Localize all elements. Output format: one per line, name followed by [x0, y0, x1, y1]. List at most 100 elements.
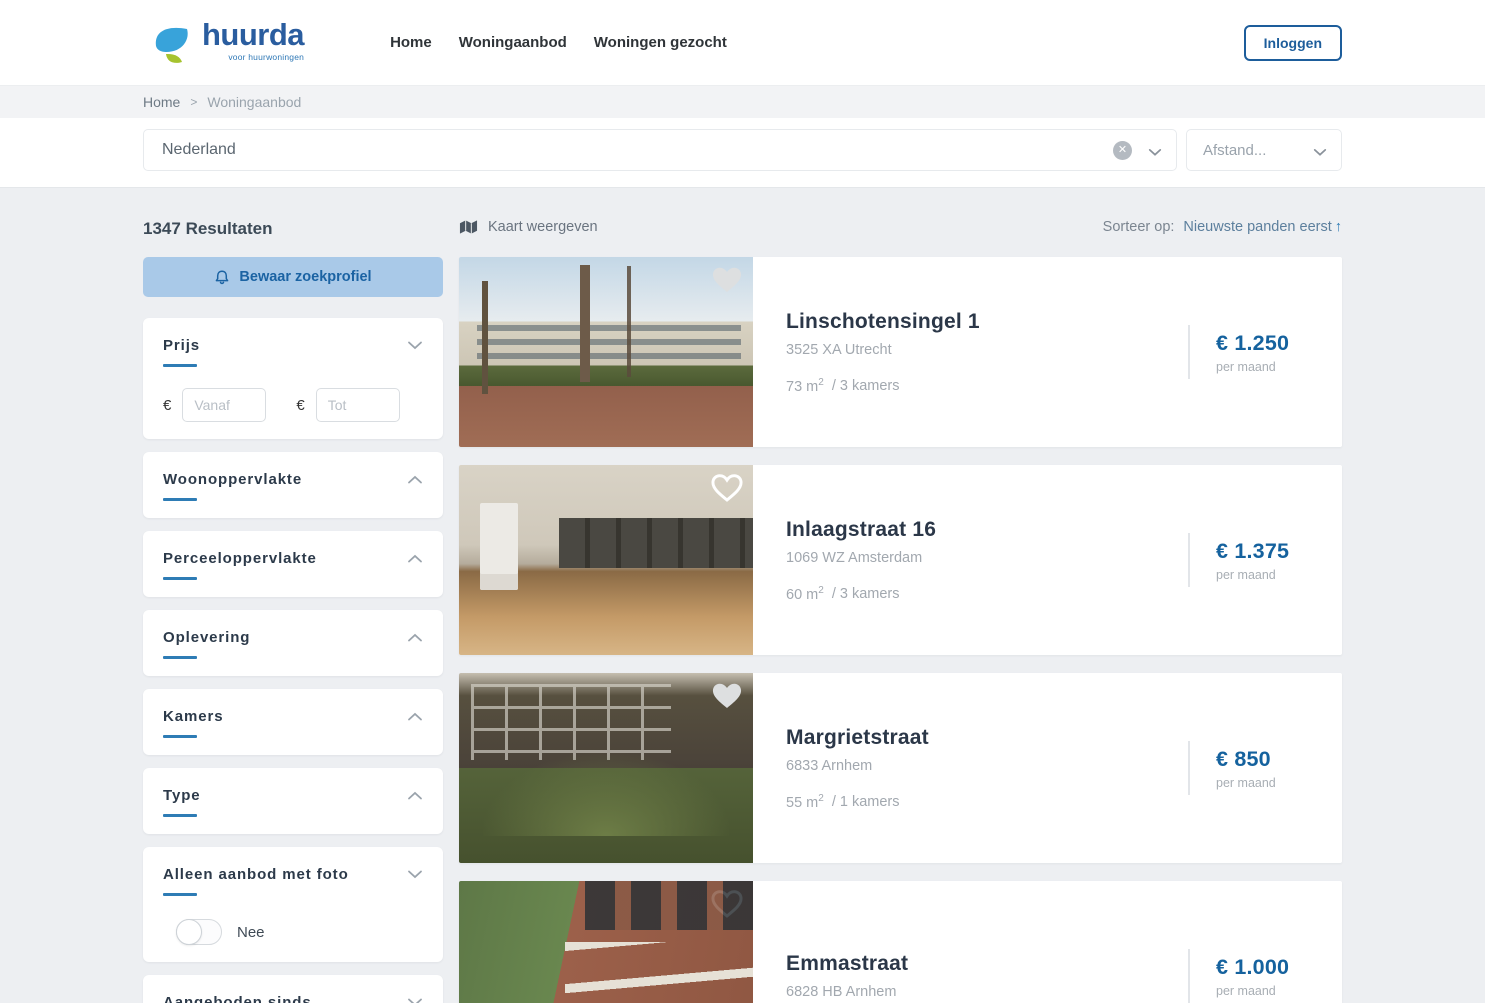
favorite-heart-icon[interactable] [710, 264, 744, 295]
filter-toggle-kamers[interactable]: Kamers [163, 708, 423, 738]
filter-toggle-woonoppervlakte[interactable]: Woonoppervlakte [163, 471, 423, 501]
results-toolbar: Kaart weergeven Sorteer op: Nieuwste pan… [459, 188, 1342, 235]
sort-value-text: Nieuwste panden eerst [1183, 219, 1331, 235]
bell-icon [214, 269, 230, 286]
nav-home[interactable]: Home [390, 34, 432, 51]
page: huurda voor huurwoningen Home Woningaanb… [0, 0, 1485, 1003]
euro-sign: € [296, 397, 304, 414]
map-toggle[interactable]: Kaart weergeven [459, 219, 598, 235]
clear-search-icon[interactable]: ✕ [1113, 141, 1132, 160]
filter-section-woonoppervlakte: Woonoppervlakte [143, 452, 443, 518]
brand-tagline: voor huurwoningen [202, 52, 304, 62]
filter-section-perceeloppervlakte: Perceeloppervlakte [143, 531, 443, 597]
favorite-heart-icon[interactable] [710, 680, 744, 711]
listing-text: Linschotensingel 1 3525 XA Utrecht 73 m2… [786, 310, 1188, 395]
filter-toggle-perceeloppervlakte[interactable]: Perceeloppervlakte [163, 550, 423, 580]
breadcrumb-separator: > [190, 95, 197, 109]
price-from-input[interactable] [182, 388, 266, 422]
filter-section-kamers: Kamers [143, 689, 443, 755]
sort-control: Sorteer op: Nieuwste panden eerst↑ [1103, 219, 1342, 235]
listing-price-period: per maand [1216, 776, 1312, 790]
listing-address: 6833 Arnhem [786, 758, 1188, 774]
site-header: huurda voor huurwoningen Home Woningaanb… [0, 0, 1485, 85]
filter-underline [163, 735, 197, 738]
listing-price: € 1.250 [1216, 331, 1312, 356]
filters-sidebar: 1347 Resultaten Bewaar zoekprofiel Prijs [143, 188, 443, 1003]
listing-price-period: per maand [1216, 568, 1312, 582]
filter-title: Alleen aanbod met foto [163, 866, 349, 883]
filter-title: Aangeboden sinds [163, 994, 312, 1003]
filter-section-prijs: Prijs € € [143, 318, 443, 439]
listing-card[interactable]: Linschotensingel 1 3525 XA Utrecht 73 m2… [459, 257, 1342, 447]
filter-toggle-type[interactable]: Type [163, 787, 423, 817]
map-icon [459, 219, 478, 235]
breadcrumb-home[interactable]: Home [143, 94, 180, 110]
results-count-word: Resultaten [186, 219, 273, 238]
toggle-state-label: Nee [237, 924, 265, 941]
area-superscript: 2 [818, 377, 824, 388]
main-nav: Home Woningaanbod Woningen gezocht [390, 34, 727, 51]
listing-card[interactable]: Emmastraat 6828 HB Arnhem € 1.000 per ma… [459, 881, 1342, 1003]
brand-logo[interactable]: huurda voor huurwoningen [153, 19, 304, 67]
results-count: 1347 Resultaten [143, 219, 443, 239]
map-toggle-label: Kaart weergeven [488, 219, 598, 235]
filter-toggle-oplevering[interactable]: Oplevering [163, 629, 423, 659]
listing-photo [459, 673, 753, 863]
toggle-knob [176, 919, 202, 945]
favorite-heart-icon[interactable] [710, 888, 744, 919]
filter-toggle-aangeboden-sinds[interactable]: Aangeboden sinds [163, 994, 423, 1003]
distance-placeholder: Afstand... [1203, 142, 1266, 159]
nav-woningen-gezocht[interactable]: Woningen gezocht [594, 34, 727, 51]
price-divider [1188, 325, 1190, 379]
listing-address: 3525 XA Utrecht [786, 342, 1188, 358]
filter-toggle-foto[interactable]: Alleen aanbod met foto [163, 866, 423, 896]
chevron-down-icon [1313, 148, 1327, 157]
price-to-input[interactable] [316, 388, 400, 422]
listing-area: 55 m [786, 794, 818, 810]
photo-only-toggle[interactable] [176, 919, 222, 945]
filter-title: Perceeloppervlakte [163, 550, 317, 567]
listing-rooms: / 3 kamers [832, 378, 900, 394]
login-button[interactable]: Inloggen [1244, 25, 1342, 61]
chevron-icon [407, 633, 423, 642]
area-superscript: 2 [818, 585, 824, 596]
filter-section-type: Type [143, 768, 443, 834]
listing-title: Emmastraat [786, 952, 1188, 976]
listing-price-period: per maand [1216, 360, 1312, 374]
listing-rooms: / 3 kamers [832, 586, 900, 602]
listing-text: Emmastraat 6828 HB Arnhem [786, 952, 1188, 1000]
distance-select[interactable]: Afstand... [1186, 129, 1342, 171]
filter-title: Type [163, 787, 201, 804]
listing-price-period: per maand [1216, 984, 1312, 998]
price-divider [1188, 533, 1190, 587]
listing-photo [459, 881, 753, 1003]
brand-name: huurda [202, 19, 304, 50]
nav-woningaanbod[interactable]: Woningaanbod [459, 34, 567, 51]
filter-toggle-prijs[interactable]: Prijs [163, 337, 423, 367]
results-count-number: 1347 [143, 219, 181, 238]
chevron-down-icon[interactable] [1148, 148, 1162, 157]
location-search-input[interactable] [162, 141, 1113, 159]
search-band: ✕ Afstand... [0, 118, 1485, 187]
listing-text: Margrietstraat 6833 Arnhem 55 m2/ 1 kame… [786, 726, 1188, 811]
breadcrumb-current: Woningaanbod [207, 94, 301, 110]
page-body: 1347 Resultaten Bewaar zoekprofiel Prijs [0, 187, 1485, 1003]
listing-title: Margrietstraat [786, 726, 1188, 750]
filter-title: Woonoppervlakte [163, 471, 302, 488]
location-search-box: ✕ [143, 129, 1177, 171]
chevron-icon [407, 554, 423, 563]
favorite-heart-icon[interactable] [710, 472, 744, 503]
chevron-icon [407, 998, 423, 1003]
listing-price-block: € 1.000 per maand [1188, 949, 1312, 1003]
listing-card[interactable]: Inlaagstraat 16 1069 WZ Amsterdam 60 m2/… [459, 465, 1342, 655]
listing-card[interactable]: Margrietstraat 6833 Arnhem 55 m2/ 1 kame… [459, 673, 1342, 863]
listing-area: 73 m [786, 378, 818, 394]
price-filter-inputs: € € [163, 388, 423, 422]
filter-section-aangeboden-sinds: Aangeboden sinds [143, 975, 443, 1003]
listing-body: Inlaagstraat 16 1069 WZ Amsterdam 60 m2/… [753, 465, 1342, 655]
save-search-profile-button[interactable]: Bewaar zoekprofiel [143, 257, 443, 297]
sort-value[interactable]: Nieuwste panden eerst↑ [1183, 219, 1342, 235]
chevron-icon [407, 870, 423, 879]
filter-section-foto: Alleen aanbod met foto Nee [143, 847, 443, 962]
photo-toggle-row: Nee [163, 919, 423, 945]
